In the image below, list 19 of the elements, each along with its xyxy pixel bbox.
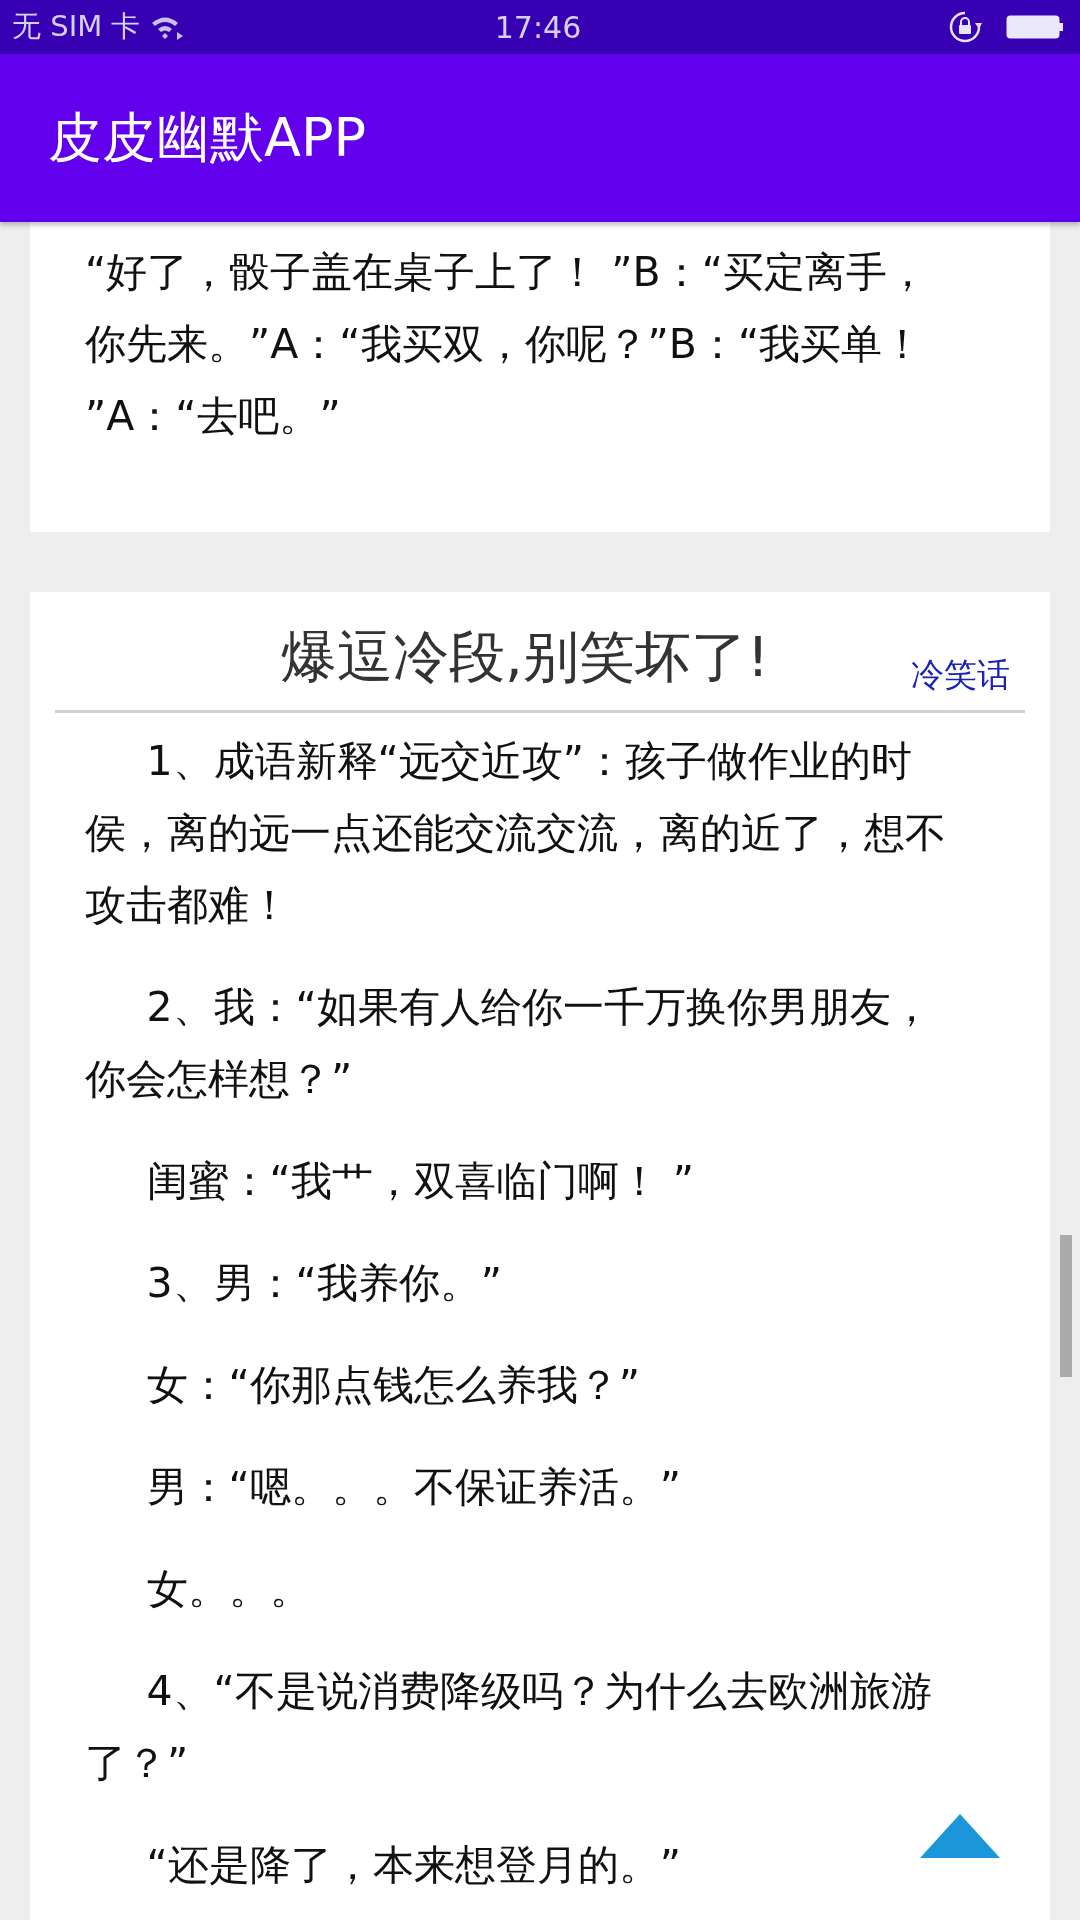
app-title: 皮皮幽默APP bbox=[48, 104, 367, 171]
scrollbar-thumb[interactable] bbox=[1060, 1235, 1072, 1377]
scroll-to-top-icon[interactable] bbox=[918, 1812, 1002, 1860]
joke-paragraph: 1、成语新释“远交近攻”：孩子做作业的时侯，离的远一点还能交流交流，离的近了，想不攻击都难！ bbox=[85, 736, 947, 931]
article-title: 爆逗冷段,别笑坏了! bbox=[280, 623, 770, 691]
joke-paragraph: 闺蜜：“我艹，双喜临门啊！ ” bbox=[145, 1156, 694, 1207]
category-link[interactable]: 冷笑话 bbox=[911, 653, 1010, 698]
joke-paragraph: “还是降了，本来想登月的。” bbox=[145, 1840, 681, 1891]
carrier-text: 无 SIM 卡 bbox=[12, 8, 141, 45]
joke-paragraph: 女：“你那点钱怎么养我？” bbox=[145, 1360, 640, 1411]
joke-paragraph: 女。。。 bbox=[145, 1564, 311, 1615]
joke-paragraph: “好了，骰子盖在桌子上了！ ”B：“买定离手，你先来。”A：“我买双，你呢？”B：“我买单！ ”A：“去吧。” bbox=[85, 247, 929, 442]
joke-paragraph: 2、我：“如果有人给你一千万换你男朋友，你会怎样想？” bbox=[85, 982, 933, 1105]
joke-paragraph: 3、男：“我养你。” bbox=[145, 1258, 503, 1309]
rotation-lock-icon bbox=[948, 10, 982, 44]
joke-paragraph: 4、“不是说消费降级吗？为什么去欧洲旅游了？” bbox=[85, 1666, 933, 1789]
joke-paragraph: 男：“嗯。。。不保证养活。” bbox=[145, 1462, 681, 1513]
battery-icon bbox=[1006, 14, 1064, 40]
clock-text: 17:46 bbox=[494, 9, 582, 45]
